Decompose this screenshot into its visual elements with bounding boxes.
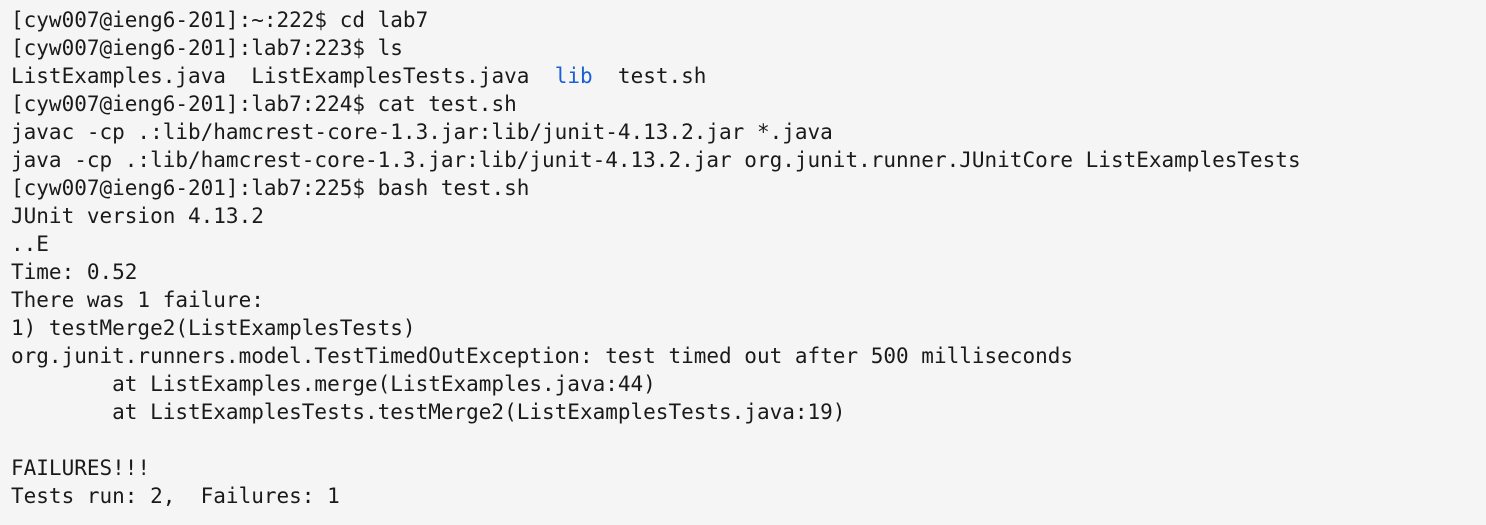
shell-command: ls (365, 36, 403, 60)
file-entry: test.sh (617, 64, 707, 88)
ls-output: ListExamples.java ListExamplesTests.java… (11, 62, 706, 90)
terminal-line: [cyw007@ieng6-201]:lab7:223$ ls (11, 34, 403, 62)
output-line: 1) testMerge2(ListExamplesTests) (11, 316, 416, 340)
terminal-line: [cyw007@ieng6-201]:lab7:225$ bash test.s… (11, 174, 529, 202)
stack-trace-line: at ListExamplesTests.testMerge2(ListExam… (11, 400, 846, 424)
output-line: javac -cp .:lib/hamcrest-core-1.3.jar:li… (11, 120, 833, 144)
output-line: java -cp .:lib/hamcrest-core-1.3.jar:lib… (11, 148, 1301, 172)
stack-trace-line: at ListExamples.merge(ListExamples.java:… (11, 372, 656, 396)
directory-entry: lib (554, 64, 593, 88)
output-line: org.junit.runners.model.TestTimedOutExce… (11, 344, 1074, 368)
shell-prompt: [cyw007@ieng6-201]:~:222$ (11, 8, 328, 32)
file-entry: ListExamplesTests.java (251, 64, 530, 88)
shell-command: cd lab7 (327, 8, 429, 32)
shell-command: bash test.sh (365, 176, 530, 200)
output-line: JUnit version 4.13.2 (11, 204, 264, 228)
output-line: FAILURES!!! (11, 456, 151, 480)
output-line: Tests run: 2, Failures: 1 (11, 484, 340, 508)
terminal-line: [cyw007@ieng6-201]:~:222$ cd lab7 (11, 6, 428, 34)
shell-prompt: [cyw007@ieng6-201]:lab7:224$ (11, 92, 366, 116)
output-line: There was 1 failure: (11, 288, 264, 312)
shell-prompt: [cyw007@ieng6-201]:lab7:223$ (11, 36, 366, 60)
terminal-line: [cyw007@ieng6-201]:lab7:224$ cat test.sh (11, 90, 517, 118)
terminal-window[interactable]: [cyw007@ieng6-201]:~:222$ cd lab7 [cyw00… (0, 0, 1486, 525)
output-line: Time: 0.52 (11, 260, 138, 284)
shell-prompt: [cyw007@ieng6-201]:lab7:225$ (11, 176, 366, 200)
shell-command: cat test.sh (365, 92, 517, 116)
output-line: ..E (11, 232, 49, 256)
file-entry: ListExamples.java (11, 64, 226, 88)
